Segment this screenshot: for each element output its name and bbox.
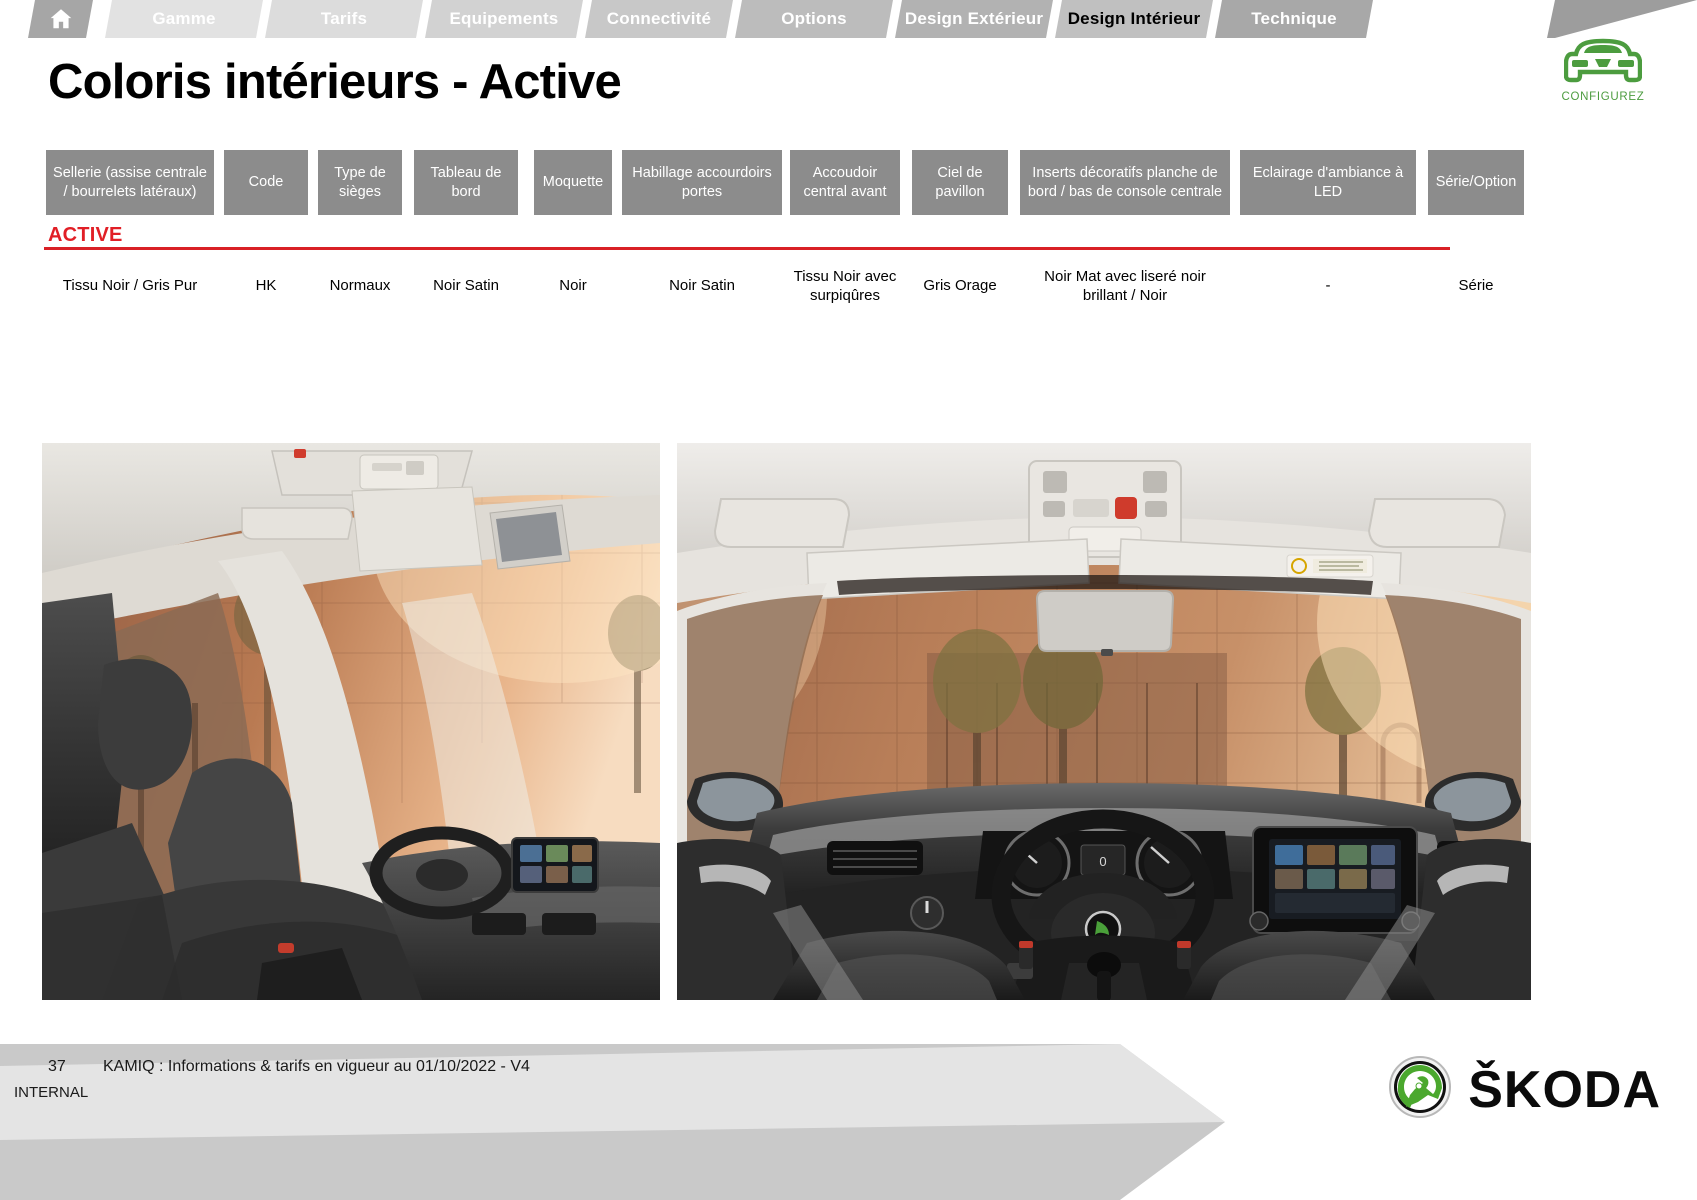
interior-photo-front-seats — [42, 443, 660, 1000]
table-column-header: Type de sièges — [318, 150, 402, 215]
table-header-row: Sellerie (assise centrale / bourrelets l… — [0, 150, 1697, 215]
table-column-header: Sellerie (assise centrale / bourrelets l… — [46, 150, 214, 215]
nav-tab-design-int-rieur[interactable]: Design Intérieur — [1055, 0, 1213, 38]
table-cell: Noir Mat avec liseré noir brillant / Noi… — [1044, 267, 1206, 305]
nav-tab-equipements[interactable]: Equipements — [425, 0, 583, 38]
table-column-header: Moquette — [534, 150, 612, 215]
nav-tab-connectivit-[interactable]: Connectivité — [585, 0, 733, 38]
home-icon — [48, 6, 74, 32]
table-cell: Noir Satin — [433, 277, 499, 295]
nav-arrow-decoration — [1547, 0, 1697, 38]
table-column-header: Série/Option — [1428, 150, 1524, 215]
page-number: 37 — [48, 1058, 66, 1075]
interior-photo-dashboard: 0 — [677, 443, 1531, 1000]
table-column-header: Accoudoir central avant — [790, 150, 900, 215]
table-cell: Normaux — [329, 277, 391, 295]
table-cell: - — [1325, 277, 1331, 295]
trim-group-label: ACTIVE — [48, 224, 123, 246]
nav-tab-gamme[interactable]: Gamme — [105, 0, 263, 38]
table-column-header: Ciel de pavillon — [912, 150, 1008, 215]
footer-document-text: KAMIQ : Informations & tarifs en vigueur… — [103, 1058, 530, 1075]
configurez-button[interactable]: CONFIGUREZ — [1533, 36, 1673, 103]
table-cell: Noir Satin — [669, 277, 735, 295]
interior-colors-table: Sellerie (assise centrale / bourrelets l… — [0, 150, 1697, 215]
table-column-header: Tableau de bord — [414, 150, 518, 215]
classification-label: INTERNAL — [14, 1084, 89, 1101]
table-cell: Tissu Noir / Gris Pur — [62, 277, 198, 295]
table-column-header: Habillage accourdoirs portes — [622, 150, 782, 215]
table-cell: HK — [255, 277, 277, 295]
table-cell: Noir — [559, 277, 587, 295]
skoda-logo: ŠKODA — [1388, 1055, 1661, 1124]
nav-tab-technique[interactable]: Technique — [1215, 0, 1373, 38]
nav-tab-design-ext-rieur[interactable]: Design Extérieur — [895, 0, 1053, 38]
table-column-header: Eclairage d'ambiance à LED — [1240, 150, 1416, 215]
slide-page: Gamme Tarifs Equipements Connectivité Option… — [0, 0, 1697, 1200]
table-cell: Série — [1458, 277, 1494, 295]
table-cell: Tissu Noir avec surpiqûres — [793, 267, 897, 305]
skoda-wordmark: ŠKODA — [1468, 1060, 1661, 1119]
table-cell: Gris Orage — [923, 277, 997, 295]
svg-text:0: 0 — [1099, 854, 1106, 869]
group-divider — [44, 247, 1450, 250]
table-column-header: Inserts décoratifs planche de bord / bas… — [1020, 150, 1230, 215]
page-title: Coloris intérieurs - Active — [48, 55, 622, 109]
nav-tab-tarifs[interactable]: Tarifs — [265, 0, 423, 38]
skoda-emblem-icon — [1388, 1055, 1452, 1124]
top-navigation: Gamme Tarifs Equipements Connectivité Option… — [0, 0, 1697, 38]
configurez-label: CONFIGUREZ — [1561, 91, 1645, 103]
home-tab[interactable] — [28, 0, 93, 38]
car-front-icon — [1533, 36, 1673, 88]
nav-tab-options[interactable]: Options — [735, 0, 893, 38]
table-column-header: Code — [224, 150, 308, 215]
